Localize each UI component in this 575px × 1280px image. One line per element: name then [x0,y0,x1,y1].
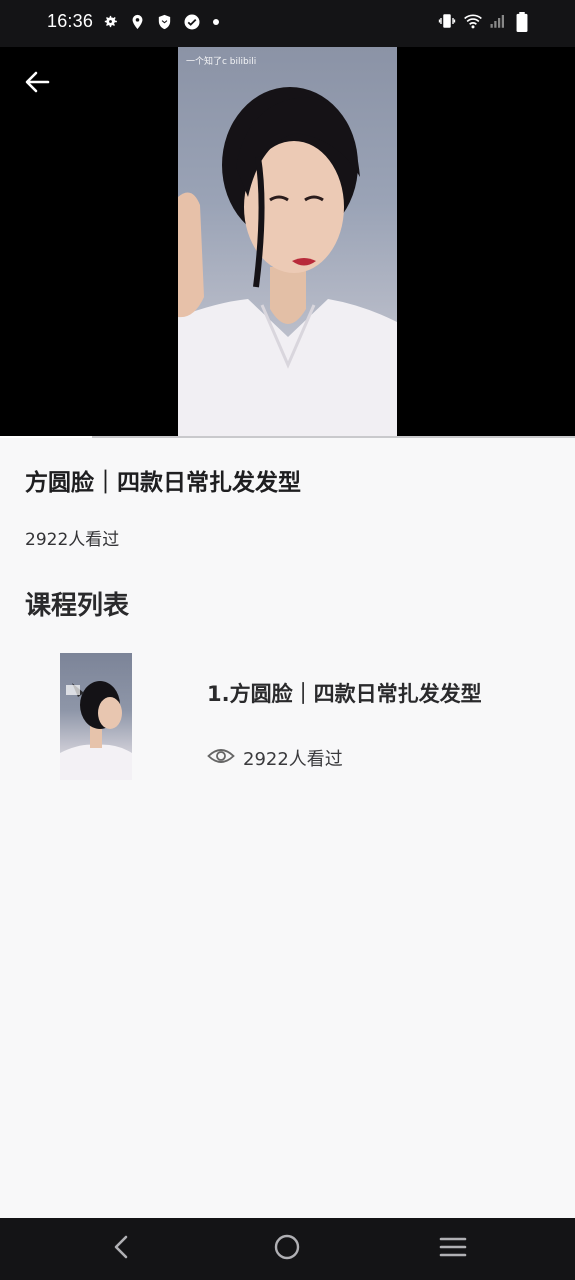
status-time: 16:36 [47,11,94,31]
video-progress-bar[interactable] [0,436,575,438]
video-frame[interactable]: 一个知了c bilibili [178,47,397,436]
arrow-left-icon [24,71,50,97]
status-icons-right [437,12,533,32]
course-title: 方圆脸｜四款日常扎发发型 [25,470,301,496]
eye-icon [207,746,235,770]
lesson-title: 1.方圆脸｜四款日常扎发发型 [207,682,482,706]
lesson-list-heading: 课程列表 [25,591,130,621]
signal-icon [489,12,507,30]
back-button[interactable] [18,65,56,103]
list-item[interactable]: 1.方圆脸｜四款日常扎发发型 2922人看过 [0,650,575,785]
video-frame-image [178,87,397,436]
nav-back-icon [111,1234,131,1264]
wifi-icon [463,12,482,30]
status-bar: 16:36 [0,0,575,47]
lesson-thumbnail-image [60,681,132,780]
check-circle-icon [183,13,201,31]
nav-menu-icon [439,1235,467,1263]
video-progress-fill [0,436,92,438]
vibrate-icon [437,12,456,30]
gear-icon [102,13,120,31]
nav-home-icon [273,1233,301,1265]
status-icons-left [102,13,228,31]
course-view-count: 2922人看过 [25,530,120,550]
lesson-thumbnail[interactable] [60,653,132,780]
location-icon [129,13,147,31]
nav-back-button[interactable] [104,1232,138,1266]
dot-icon [210,13,228,31]
video-player[interactable]: 一个知了c bilibili [0,47,575,436]
nav-menu-button[interactable] [436,1232,470,1266]
navigation-bar [0,1218,575,1280]
nav-home-button[interactable] [270,1232,304,1266]
shield-icon [156,13,174,31]
lesson-view-count-text: 2922人看过 [243,749,343,770]
battery-icon [515,12,533,32]
lesson-view-count: 2922人看过 [207,745,343,771]
